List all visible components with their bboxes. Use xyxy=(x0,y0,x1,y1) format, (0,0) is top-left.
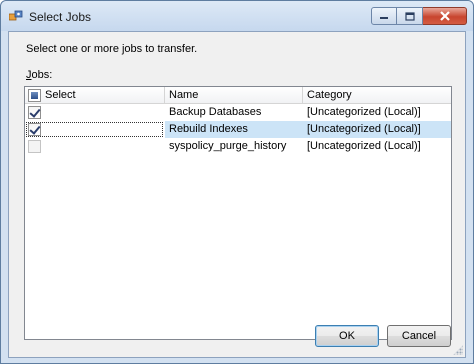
job-category: [Uncategorized (Local)] xyxy=(307,140,421,152)
row-checkbox[interactable] xyxy=(28,106,41,119)
column-header-category[interactable]: Category xyxy=(303,87,451,104)
grid-header: Select Name Category xyxy=(25,87,451,104)
job-category: [Uncategorized (Local)] xyxy=(303,121,451,138)
job-name: Rebuild Indexes xyxy=(165,121,303,138)
column-header-select-label: Select xyxy=(45,89,76,101)
maximize-icon xyxy=(404,11,415,21)
select-cell[interactable] xyxy=(25,138,164,155)
row-checkbox[interactable] xyxy=(28,123,41,136)
column-header-category-label: Category xyxy=(307,89,352,101)
minimize-button[interactable] xyxy=(371,7,397,25)
jobs-icon xyxy=(9,10,23,21)
select-cell[interactable] xyxy=(25,121,164,138)
table-row[interactable]: syspolicy_purge_history [Uncategorized (… xyxy=(25,138,451,155)
job-category: [Uncategorized (Local)] xyxy=(307,106,421,118)
jobs-label-rest: obs: xyxy=(31,69,53,81)
column-header-name[interactable]: Name xyxy=(165,87,303,104)
minimize-icon xyxy=(380,17,388,19)
ok-button[interactable]: OK xyxy=(315,325,379,347)
column-header-name-label: Name xyxy=(169,89,199,101)
resize-grip[interactable] xyxy=(453,345,463,355)
select-cell[interactable] xyxy=(25,104,164,121)
close-icon xyxy=(439,11,450,21)
jobs-label: Jobs: xyxy=(26,69,52,81)
table-row[interactable]: Rebuild Indexes [Uncategorized (Local)] xyxy=(25,121,451,138)
column-header-select[interactable]: Select xyxy=(25,87,165,104)
caption-buttons xyxy=(371,7,467,25)
close-button[interactable] xyxy=(423,7,467,25)
table-row[interactable]: Backup Databases [Uncategorized (Local)] xyxy=(25,104,451,121)
job-name: Backup Databases xyxy=(169,106,262,118)
row-checkbox[interactable] xyxy=(28,140,41,153)
dialog-client-area: Select one or more jobs to transfer. Job… xyxy=(8,31,466,358)
maximize-button[interactable] xyxy=(397,7,423,25)
job-name: syspolicy_purge_history xyxy=(169,140,287,152)
instruction-text: Select one or more jobs to transfer. xyxy=(26,43,198,55)
window-title: Select Jobs xyxy=(29,10,92,24)
cancel-button[interactable]: Cancel xyxy=(387,325,451,347)
jobs-grid[interactable]: Select Name Category Backup Databases [U… xyxy=(24,86,452,340)
title-bar[interactable]: Select Jobs xyxy=(1,1,473,31)
select-jobs-dialog: Select Jobs Select one or more jobs to t… xyxy=(0,0,474,364)
select-all-checkbox[interactable] xyxy=(28,89,41,102)
